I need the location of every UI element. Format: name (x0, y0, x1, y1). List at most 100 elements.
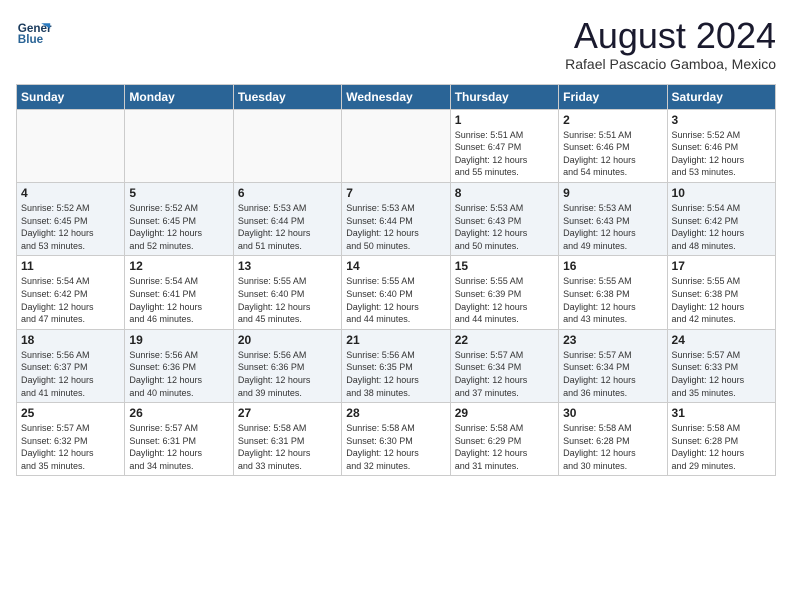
calendar-cell: 27Sunrise: 5:58 AM Sunset: 6:31 PM Dayli… (233, 403, 341, 476)
day-info: Sunrise: 5:53 AM Sunset: 6:44 PM Dayligh… (346, 202, 445, 252)
day-info: Sunrise: 5:56 AM Sunset: 6:36 PM Dayligh… (129, 349, 228, 399)
day-number: 9 (563, 186, 662, 200)
day-info: Sunrise: 5:51 AM Sunset: 6:46 PM Dayligh… (563, 129, 662, 179)
day-number: 28 (346, 406, 445, 420)
day-info: Sunrise: 5:55 AM Sunset: 6:38 PM Dayligh… (563, 275, 662, 325)
week-row-4: 18 Sunrise: 5:56 AM Sunset: 6:37 PM Dayli… (17, 329, 776, 402)
calendar-cell: 21 Sunrise: 5:56 AM Sunset: 6:35 PM Dayli… (342, 329, 450, 402)
calendar-cell: 26 Sunrise: 5:57 AM Sunset: 6:31 PM Dayli… (125, 403, 233, 476)
calendar-cell: 23Sunrise: 5:57 AM Sunset: 6:34 PM Dayli… (559, 329, 667, 402)
logo: General Blue (16, 16, 52, 52)
day-number: 27 (238, 406, 337, 420)
day-number: 23 (563, 333, 662, 347)
day-number: 2 (563, 113, 662, 127)
calendar-table: SundayMondayTuesdayWednesdayThursdayFrid… (16, 84, 776, 477)
calendar-cell: 7 Sunrise: 5:53 AM Sunset: 6:44 PM Daylig… (342, 182, 450, 255)
day-number: 1 (455, 113, 554, 127)
weekday-header-saturday: Saturday (667, 84, 775, 109)
day-info: Sunrise: 5:57 AM Sunset: 6:34 PM Dayligh… (455, 349, 554, 399)
calendar-cell: 12Sunrise: 5:54 AM Sunset: 6:41 PM Dayli… (125, 256, 233, 329)
day-info: Sunrise: 5:55 AM Sunset: 6:40 PM Dayligh… (238, 275, 337, 325)
day-number: 17 (672, 259, 771, 273)
calendar-cell: 2 Sunrise: 5:51 AM Sunset: 6:46 PM Daylig… (559, 109, 667, 182)
day-info: Sunrise: 5:58 AM Sunset: 6:30 PM Dayligh… (346, 422, 445, 472)
weekday-header-monday: Monday (125, 84, 233, 109)
day-number: 4 (21, 186, 120, 200)
calendar-cell: 20 Sunrise: 5:56 AM Sunset: 6:36 PM Dayli… (233, 329, 341, 402)
day-number: 14 (346, 259, 445, 273)
day-number: 5 (129, 186, 228, 200)
weekday-header-friday: Friday (559, 84, 667, 109)
day-info: Sunrise: 5:57 AM Sunset: 6:32 PM Dayligh… (21, 422, 120, 472)
calendar-cell: 6 Sunrise: 5:53 AM Sunset: 6:44 PM Daylig… (233, 182, 341, 255)
week-row-5: 25 Sunrise: 5:57 AM Sunset: 6:32 PM Dayli… (17, 403, 776, 476)
weekday-header-thursday: Thursday (450, 84, 558, 109)
day-number: 6 (238, 186, 337, 200)
day-number: 22 (455, 333, 554, 347)
day-number: 19 (129, 333, 228, 347)
calendar-cell: 17 Sunrise: 5:55 AM Sunset: 6:38 PM Dayli… (667, 256, 775, 329)
calendar-title: August 2024 (565, 16, 776, 56)
day-info: Sunrise: 5:58 AM Sunset: 6:29 PM Dayligh… (455, 422, 554, 472)
day-number: 25 (21, 406, 120, 420)
calendar-cell: 22 Sunrise: 5:57 AM Sunset: 6:34 PM Dayli… (450, 329, 558, 402)
calendar-cell: 24 Sunrise: 5:57 AM Sunset: 6:33 PM Dayli… (667, 329, 775, 402)
day-info: Sunrise: 5:56 AM Sunset: 6:37 PM Dayligh… (21, 349, 120, 399)
day-number: 26 (129, 406, 228, 420)
calendar-cell (125, 109, 233, 182)
calendar-cell: 3 Sunrise: 5:52 AM Sunset: 6:46 PM Daylig… (667, 109, 775, 182)
weekday-header-wednesday: Wednesday (342, 84, 450, 109)
calendar-cell: 5 Sunrise: 5:52 AM Sunset: 6:45 PM Daylig… (125, 182, 233, 255)
day-number: 24 (672, 333, 771, 347)
week-row-1: 1 Sunrise: 5:51 AM Sunset: 6:47 PM Daylig… (17, 109, 776, 182)
day-info: Sunrise: 5:51 AM Sunset: 6:47 PM Dayligh… (455, 129, 554, 179)
day-info: Sunrise: 5:54 AM Sunset: 6:42 PM Dayligh… (672, 202, 771, 252)
day-info: Sunrise: 5:57 AM Sunset: 6:33 PM Dayligh… (672, 349, 771, 399)
day-info: Sunrise: 5:56 AM Sunset: 6:36 PM Dayligh… (238, 349, 337, 399)
day-number: 31 (672, 406, 771, 420)
calendar-cell: 31 Sunrise: 5:58 AM Sunset: 6:28 PM Dayli… (667, 403, 775, 476)
weekday-header-sunday: Sunday (17, 84, 125, 109)
week-row-2: 4 Sunrise: 5:52 AM Sunset: 6:45 PM Daylig… (17, 182, 776, 255)
calendar-cell: 19 Sunrise: 5:56 AM Sunset: 6:36 PM Dayli… (125, 329, 233, 402)
title-block: August 2024 Rafael Pascacio Gamboa, Mexi… (565, 16, 776, 72)
day-info: Sunrise: 5:54 AM Sunset: 6:41 PM Dayligh… (129, 275, 228, 325)
day-number: 20 (238, 333, 337, 347)
day-info: Sunrise: 5:52 AM Sunset: 6:46 PM Dayligh… (672, 129, 771, 179)
day-info: Sunrise: 5:52 AM Sunset: 6:45 PM Dayligh… (129, 202, 228, 252)
calendar-cell (342, 109, 450, 182)
svg-text:Blue: Blue (18, 33, 44, 46)
day-info: Sunrise: 5:53 AM Sunset: 6:43 PM Dayligh… (563, 202, 662, 252)
day-info: Sunrise: 5:53 AM Sunset: 6:44 PM Dayligh… (238, 202, 337, 252)
day-info: Sunrise: 5:57 AM Sunset: 6:31 PM Dayligh… (129, 422, 228, 472)
day-number: 16 (563, 259, 662, 273)
day-info: Sunrise: 5:56 AM Sunset: 6:35 PM Dayligh… (346, 349, 445, 399)
day-number: 10 (672, 186, 771, 200)
day-number: 7 (346, 186, 445, 200)
calendar-cell: 4 Sunrise: 5:52 AM Sunset: 6:45 PM Daylig… (17, 182, 125, 255)
day-number: 18 (21, 333, 120, 347)
calendar-cell: 13 Sunrise: 5:55 AM Sunset: 6:40 PM Dayli… (233, 256, 341, 329)
calendar-cell: 10 Sunrise: 5:54 AM Sunset: 6:42 PM Dayli… (667, 182, 775, 255)
logo-icon: General Blue (16, 16, 52, 52)
calendar-cell: 16 Sunrise: 5:55 AM Sunset: 6:38 PM Dayli… (559, 256, 667, 329)
calendar-cell: 28 Sunrise: 5:58 AM Sunset: 6:30 PM Dayli… (342, 403, 450, 476)
day-info: Sunrise: 5:58 AM Sunset: 6:28 PM Dayligh… (672, 422, 771, 472)
day-number: 21 (346, 333, 445, 347)
day-info: Sunrise: 5:54 AM Sunset: 6:42 PM Dayligh… (21, 275, 120, 325)
day-info: Sunrise: 5:55 AM Sunset: 6:38 PM Dayligh… (672, 275, 771, 325)
day-number: 30 (563, 406, 662, 420)
day-info: Sunrise: 5:52 AM Sunset: 6:45 PM Dayligh… (21, 202, 120, 252)
calendar-cell: 11Sunrise: 5:54 AM Sunset: 6:42 PM Dayli… (17, 256, 125, 329)
page-header: General Blue August 2024 Rafael Pascacio… (16, 16, 776, 72)
calendar-cell: 9 Sunrise: 5:53 AM Sunset: 6:43 PM Daylig… (559, 182, 667, 255)
day-number: 15 (455, 259, 554, 273)
calendar-cell: 1 Sunrise: 5:51 AM Sunset: 6:47 PM Daylig… (450, 109, 558, 182)
calendar-cell: 30Sunrise: 5:58 AM Sunset: 6:28 PM Dayli… (559, 403, 667, 476)
week-row-3: 11Sunrise: 5:54 AM Sunset: 6:42 PM Dayli… (17, 256, 776, 329)
calendar-cell: 14Sunrise: 5:55 AM Sunset: 6:40 PM Dayli… (342, 256, 450, 329)
day-number: 13 (238, 259, 337, 273)
calendar-cell: 15Sunrise: 5:55 AM Sunset: 6:39 PM Dayli… (450, 256, 558, 329)
weekday-header-tuesday: Tuesday (233, 84, 341, 109)
day-number: 3 (672, 113, 771, 127)
